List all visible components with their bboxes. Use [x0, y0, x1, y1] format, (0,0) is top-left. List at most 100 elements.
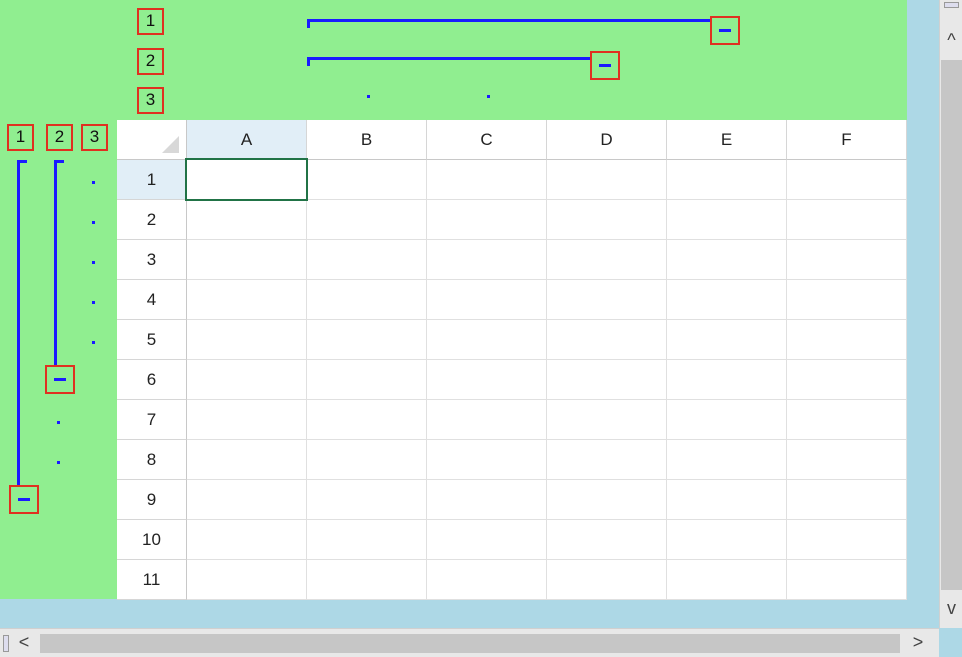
cell-f5[interactable]	[787, 320, 907, 360]
cell-f2[interactable]	[787, 200, 907, 240]
scroll-up-arrow-icon[interactable]: ^	[940, 30, 962, 51]
cell-d10[interactable]	[547, 520, 667, 560]
cell-f10[interactable]	[787, 520, 907, 560]
cell-d11[interactable]	[547, 560, 667, 600]
cell-e4[interactable]	[667, 280, 787, 320]
column-outline-level-3-button[interactable]: 3	[137, 87, 164, 114]
cell-e1[interactable]	[667, 160, 787, 200]
row-outline-level-3-button[interactable]: 3	[81, 124, 108, 151]
vertical-scroll-thumb[interactable]	[941, 60, 962, 590]
cell-d6[interactable]	[547, 360, 667, 400]
vertical-scrollbar[interactable]: ^ v	[939, 0, 962, 628]
cell-f11[interactable]	[787, 560, 907, 600]
column-header-d[interactable]: D	[547, 120, 667, 160]
cell-e7[interactable]	[667, 400, 787, 440]
cell-c4[interactable]	[427, 280, 547, 320]
column-group-level2-collapse-button[interactable]	[590, 51, 620, 80]
cell-c1[interactable]	[427, 160, 547, 200]
row-header-3[interactable]: 3	[117, 240, 187, 280]
cell-b4[interactable]	[307, 280, 427, 320]
column-header-f[interactable]: F	[787, 120, 907, 160]
cell-e3[interactable]	[667, 240, 787, 280]
row-header-4[interactable]: 4	[117, 280, 187, 320]
cell-e10[interactable]	[667, 520, 787, 560]
row-header-10[interactable]: 10	[117, 520, 187, 560]
cell-b9[interactable]	[307, 480, 427, 520]
row-header-1[interactable]: 1	[117, 160, 187, 200]
cell-c6[interactable]	[427, 360, 547, 400]
cell-e8[interactable]	[667, 440, 787, 480]
row-header-11[interactable]: 11	[117, 560, 187, 600]
cell-e2[interactable]	[667, 200, 787, 240]
select-all-corner[interactable]	[117, 120, 187, 160]
cell-d8[interactable]	[547, 440, 667, 480]
cell-c5[interactable]	[427, 320, 547, 360]
row-header-6[interactable]: 6	[117, 360, 187, 400]
active-cell-a1[interactable]	[185, 158, 308, 201]
column-header-e[interactable]: E	[667, 120, 787, 160]
cell-c2[interactable]	[427, 200, 547, 240]
cell-c11[interactable]	[427, 560, 547, 600]
cell-c7[interactable]	[427, 400, 547, 440]
cell-c8[interactable]	[427, 440, 547, 480]
row-outline-level-1-button[interactable]: 1	[7, 124, 34, 151]
column-outline-level-2-button[interactable]: 2	[137, 48, 164, 75]
cell-e6[interactable]	[667, 360, 787, 400]
cell-f6[interactable]	[787, 360, 907, 400]
column-header-b[interactable]: B	[307, 120, 427, 160]
cell-a5[interactable]	[187, 320, 307, 360]
cell-a3[interactable]	[187, 240, 307, 280]
column-header-c[interactable]: C	[427, 120, 547, 160]
cell-d5[interactable]	[547, 320, 667, 360]
cell-f3[interactable]	[787, 240, 907, 280]
cell-e5[interactable]	[667, 320, 787, 360]
cell-a2[interactable]	[187, 200, 307, 240]
row-group-level1-collapse-button[interactable]	[9, 485, 39, 514]
cell-d1[interactable]	[547, 160, 667, 200]
cell-a7[interactable]	[187, 400, 307, 440]
row-outline-level-2-button[interactable]: 2	[46, 124, 73, 151]
cell-a6[interactable]	[187, 360, 307, 400]
row-header-7[interactable]: 7	[117, 400, 187, 440]
split-box-horizontal[interactable]	[944, 2, 959, 8]
horizontal-scroll-thumb[interactable]	[40, 634, 900, 653]
cell-a4[interactable]	[187, 280, 307, 320]
cell-a8[interactable]	[187, 440, 307, 480]
horizontal-scrollbar[interactable]: < >	[0, 628, 939, 657]
cell-b2[interactable]	[307, 200, 427, 240]
cell-d4[interactable]	[547, 280, 667, 320]
cell-b8[interactable]	[307, 440, 427, 480]
cell-d2[interactable]	[547, 200, 667, 240]
cell-f7[interactable]	[787, 400, 907, 440]
cell-b5[interactable]	[307, 320, 427, 360]
cell-d7[interactable]	[547, 400, 667, 440]
cell-a9[interactable]	[187, 480, 307, 520]
scroll-left-arrow-icon[interactable]: <	[14, 632, 34, 653]
cell-b11[interactable]	[307, 560, 427, 600]
scroll-right-arrow-icon[interactable]: >	[908, 632, 928, 653]
column-group-level1-collapse-button[interactable]	[710, 16, 740, 45]
column-header-a[interactable]: A	[187, 120, 307, 160]
split-box-vertical[interactable]	[3, 635, 9, 652]
cell-b6[interactable]	[307, 360, 427, 400]
cell-b7[interactable]	[307, 400, 427, 440]
cell-b1[interactable]	[307, 160, 427, 200]
cell-c9[interactable]	[427, 480, 547, 520]
cell-a10[interactable]	[187, 520, 307, 560]
row-group-level2-collapse-button[interactable]	[45, 365, 75, 394]
cell-f1[interactable]	[787, 160, 907, 200]
cell-e9[interactable]	[667, 480, 787, 520]
row-header-8[interactable]: 8	[117, 440, 187, 480]
cell-a11[interactable]	[187, 560, 307, 600]
cell-d9[interactable]	[547, 480, 667, 520]
cell-c3[interactable]	[427, 240, 547, 280]
column-outline-level-1-button[interactable]: 1	[137, 8, 164, 35]
cell-c10[interactable]	[427, 520, 547, 560]
cell-f9[interactable]	[787, 480, 907, 520]
cell-f8[interactable]	[787, 440, 907, 480]
scroll-down-arrow-icon[interactable]: v	[940, 598, 962, 619]
cell-d3[interactable]	[547, 240, 667, 280]
row-header-2[interactable]: 2	[117, 200, 187, 240]
cell-b10[interactable]	[307, 520, 427, 560]
row-header-5[interactable]: 5	[117, 320, 187, 360]
